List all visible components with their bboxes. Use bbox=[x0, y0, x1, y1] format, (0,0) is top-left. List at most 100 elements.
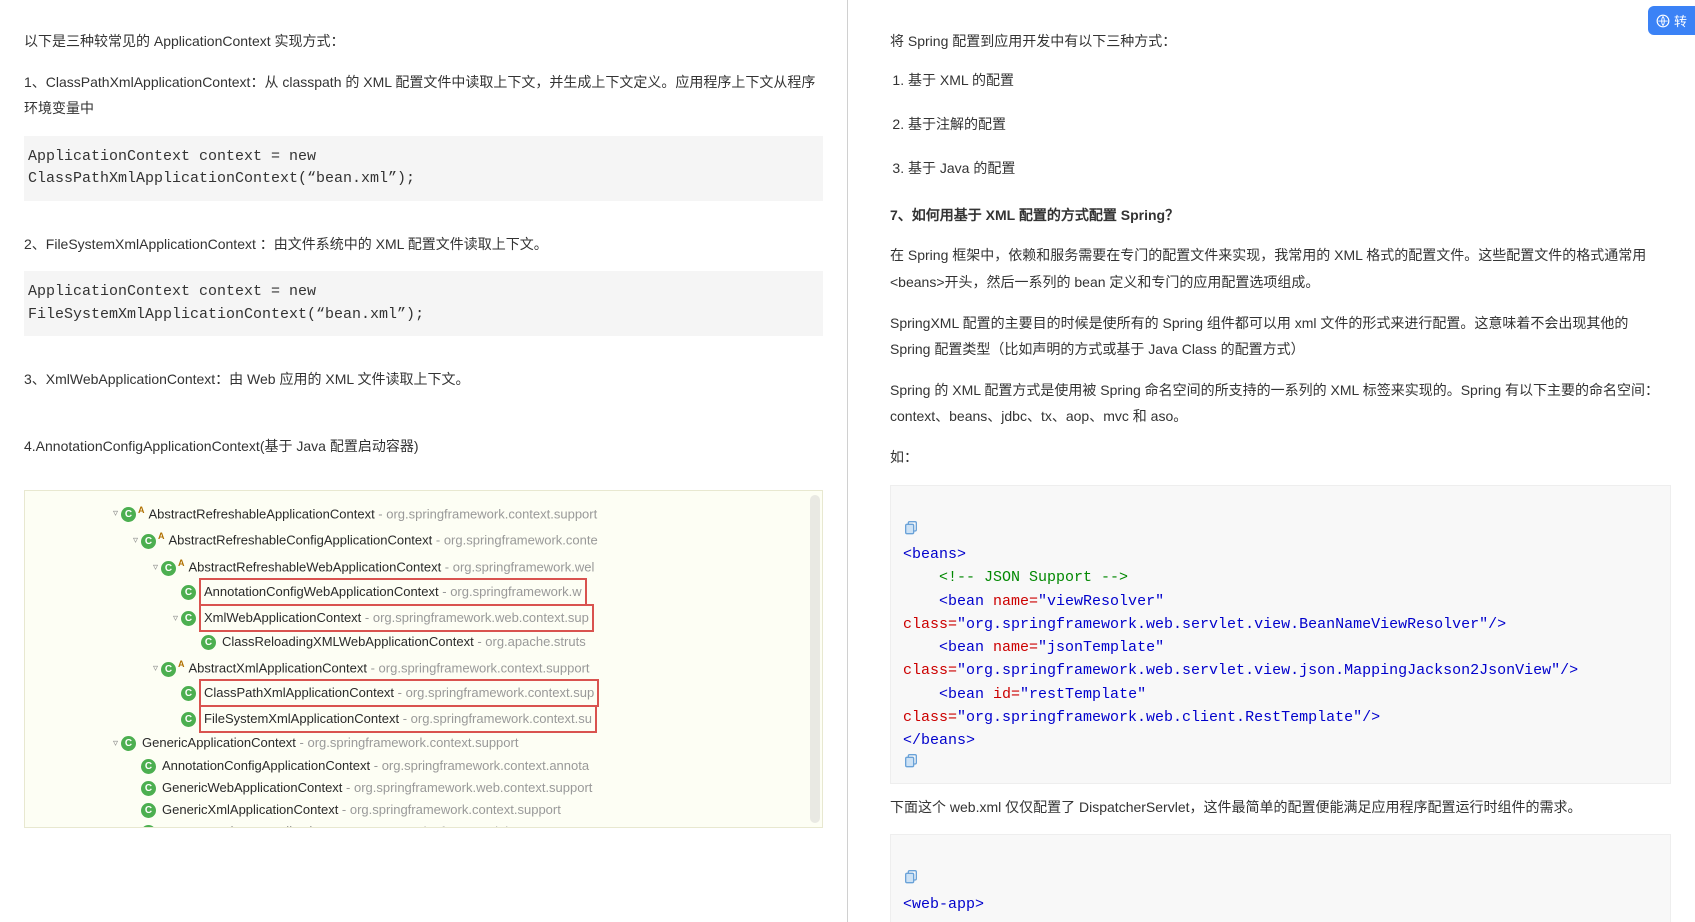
tree-row[interactable]: ▿CA AbstractRefreshableApplicationContext… bbox=[25, 499, 822, 526]
expander-icon[interactable]: ▿ bbox=[130, 530, 141, 552]
class-icon: C bbox=[161, 561, 176, 576]
xml-code-block-beans: <beans> <!-- JSON Support --> <bean name… bbox=[890, 485, 1671, 784]
xml-tag: <beans> bbox=[903, 546, 966, 563]
class-icon: C bbox=[121, 736, 136, 751]
tree-row[interactable]: C ResourceAdapterApplicationContext - org… bbox=[25, 821, 822, 828]
copy-icon[interactable] bbox=[903, 752, 919, 768]
list-item: 基于 XML 的配置 bbox=[908, 69, 1671, 91]
xml-tag: <bean bbox=[939, 639, 993, 656]
class-icon: C bbox=[141, 803, 156, 818]
expander-icon[interactable]: ▿ bbox=[170, 608, 181, 630]
expander-icon[interactable]: ▿ bbox=[110, 733, 121, 755]
xml-tag: /> bbox=[1560, 662, 1578, 679]
class-name: AnnotationConfigWebApplicationContext bbox=[204, 584, 439, 599]
xml-value: "jsonTemplate" bbox=[1038, 639, 1164, 656]
package-name: - org.apache.struts bbox=[474, 634, 586, 649]
tree-row[interactable]: CClassReloadingXMLWebApplicationContext … bbox=[25, 631, 822, 653]
expander-icon[interactable]: ▿ bbox=[150, 557, 161, 579]
xml-value: "org.springframework.web.servlet.view.Be… bbox=[957, 616, 1488, 633]
class-icon: C bbox=[141, 825, 156, 828]
tree-row[interactable]: ▿CAAbstractRefreshableConfigApplicationC… bbox=[25, 525, 822, 552]
xml-attr: name= bbox=[993, 593, 1038, 610]
right-p5: 下面这个 web.xml 仅仅配置了 DispatcherServlet，这件最… bbox=[890, 794, 1671, 821]
class-icon: C bbox=[141, 534, 156, 549]
class-name: GenericApplicationContext bbox=[142, 735, 296, 750]
left-item-2: 2、FileSystemXmlApplicationContext ：由文件系统… bbox=[24, 231, 823, 258]
question-7-title: 7、如何用基于 XML 配置的方式配置 Spring？ bbox=[890, 202, 1671, 229]
class-name: XmlWebApplicationContext bbox=[204, 610, 361, 625]
tree-row[interactable]: C AnnotationConfigApplicationContext - or… bbox=[25, 755, 822, 777]
package-name: - org.springframework.context.support bbox=[367, 661, 590, 676]
xml-tag: <bean bbox=[939, 593, 993, 610]
package-name: - org.springframework.context.support bbox=[338, 802, 561, 817]
class-name: FileSystemXmlApplicationContext bbox=[204, 711, 399, 726]
xml-comment: <!-- JSON Support --> bbox=[939, 569, 1128, 586]
right-column: 将 Spring 配置到应用开发中有以下三种方式： 基于 XML 的配置 基于注… bbox=[848, 0, 1695, 922]
class-icon: C bbox=[181, 686, 196, 701]
package-name: - org.springframework.context.support bbox=[375, 506, 598, 521]
package-name: - org.springframework.web.context.sup bbox=[361, 610, 589, 625]
xml-attr: id= bbox=[993, 686, 1020, 703]
right-p1: 在 Spring 框架中，依赖和服务需要在专门的配置文件来实现，我常用的 XML… bbox=[890, 242, 1671, 295]
xml-tag: <web-app> bbox=[903, 896, 984, 913]
tree-row[interactable]: CGenericWebApplicationContext - org.spri… bbox=[25, 777, 822, 799]
code-block-2: ApplicationContext context = new FileSys… bbox=[24, 271, 823, 336]
class-name: ResourceAdapterApplicationContext bbox=[162, 824, 372, 828]
right-intro: 将 Spring 配置到应用开发中有以下三种方式： bbox=[890, 28, 1671, 55]
package-name: - org.springframework.conte bbox=[432, 533, 597, 548]
xml-attr: class= bbox=[903, 616, 957, 633]
class-name: ClassPathXmlApplicationContext bbox=[204, 685, 394, 700]
copy-icon[interactable] bbox=[903, 868, 919, 884]
xml-value: "viewResolver" bbox=[1038, 593, 1164, 610]
left-item-1: 1、ClassPathXmlApplicationContext：从 class… bbox=[24, 69, 823, 122]
abstract-marker: A bbox=[178, 659, 185, 669]
floating-translate-button[interactable]: 转 bbox=[1648, 6, 1695, 35]
class-name: ClassReloadingXMLWebApplicationContext bbox=[222, 634, 474, 649]
tree-row[interactable]: C ClassPathXmlApplicationContext - org.sp… bbox=[25, 680, 822, 706]
tree-row[interactable]: ▿CAAbstractXmlApplicationContext - org.s… bbox=[25, 653, 822, 680]
xml-value: "org.springframework.web.client.RestTemp… bbox=[957, 709, 1362, 726]
class-icon: C bbox=[181, 611, 196, 626]
expander-icon[interactable]: ▿ bbox=[150, 658, 161, 680]
package-name: - org.springframework.context.sup bbox=[394, 685, 594, 700]
tree-row[interactable]: C FileSystemXmlApplicationContext - org.s… bbox=[25, 706, 822, 732]
abstract-marker: A bbox=[138, 505, 145, 515]
right-p3: Spring 的 XML 配置方式是使用被 Spring 命名空间的所支持的一系… bbox=[890, 377, 1671, 430]
tree-row[interactable]: CAnnotationConfigWebApplicationContext -… bbox=[25, 579, 822, 605]
class-icon: C bbox=[121, 507, 136, 522]
class-hierarchy-tree: ▿CAAbstractRefreshableApplicationContext… bbox=[24, 490, 823, 828]
tree-row[interactable]: ▿C GenericApplicationContext - org.spring… bbox=[25, 732, 822, 755]
class-icon: C bbox=[141, 759, 156, 774]
document-page: 以下是三种较常见的 ApplicationContext 实现方式： 1、Cla… bbox=[0, 0, 1695, 922]
class-icon: C bbox=[141, 781, 156, 796]
abstract-marker: A bbox=[158, 531, 165, 541]
package-name: - org.springframework.context.annota bbox=[370, 758, 589, 773]
tree-row[interactable]: C GenericXmlApplicationContext - org.spri… bbox=[25, 799, 822, 821]
xml-attr: class= bbox=[903, 709, 957, 726]
expander-icon[interactable]: ▿ bbox=[110, 503, 121, 525]
class-name: GenericXmlApplicationContext bbox=[162, 802, 338, 817]
class-icon: C bbox=[181, 712, 196, 727]
tree-row[interactable]: ▿C XmlWebApplicationContext - org.springf… bbox=[25, 605, 822, 631]
xml-code-block-webapp: <web-app> bbox=[890, 834, 1671, 922]
tree-row[interactable]: ▿CAAbstractRefreshableWebApplicationCont… bbox=[25, 552, 822, 579]
package-name: - org.springframework.context.su bbox=[399, 711, 592, 726]
list-item: 基于 Java 的配置 bbox=[908, 157, 1671, 179]
package-name: - org.springframework.web.context.suppor… bbox=[342, 780, 592, 795]
xml-tag: /> bbox=[1488, 616, 1506, 633]
config-ways-list: 基于 XML 的配置 基于注解的配置 基于 Java 的配置 bbox=[872, 69, 1671, 180]
class-icon: C bbox=[201, 635, 216, 650]
class-icon: C bbox=[181, 585, 196, 600]
xml-attr: class= bbox=[903, 662, 957, 679]
xml-value: "restTemplate" bbox=[1020, 686, 1146, 703]
left-item-3: 3、XmlWebApplicationContext：由 Web 应用的 XML… bbox=[24, 366, 823, 393]
code-block-1: ApplicationContext context = new ClassPa… bbox=[24, 136, 823, 201]
package-name: - org.springframework.context.support bbox=[296, 735, 519, 750]
class-icon: C bbox=[161, 662, 176, 677]
copy-icon[interactable] bbox=[903, 519, 919, 535]
package-name: - org.springframework.jca.context bbox=[372, 824, 568, 828]
class-name: AnnotationConfigApplicationContext bbox=[162, 758, 370, 773]
class-name: AbstractRefreshableWebApplicationContext bbox=[189, 560, 442, 575]
class-name: AbstractRefreshableApplicationContext bbox=[149, 506, 375, 521]
tree-scrollbar[interactable] bbox=[810, 495, 820, 823]
